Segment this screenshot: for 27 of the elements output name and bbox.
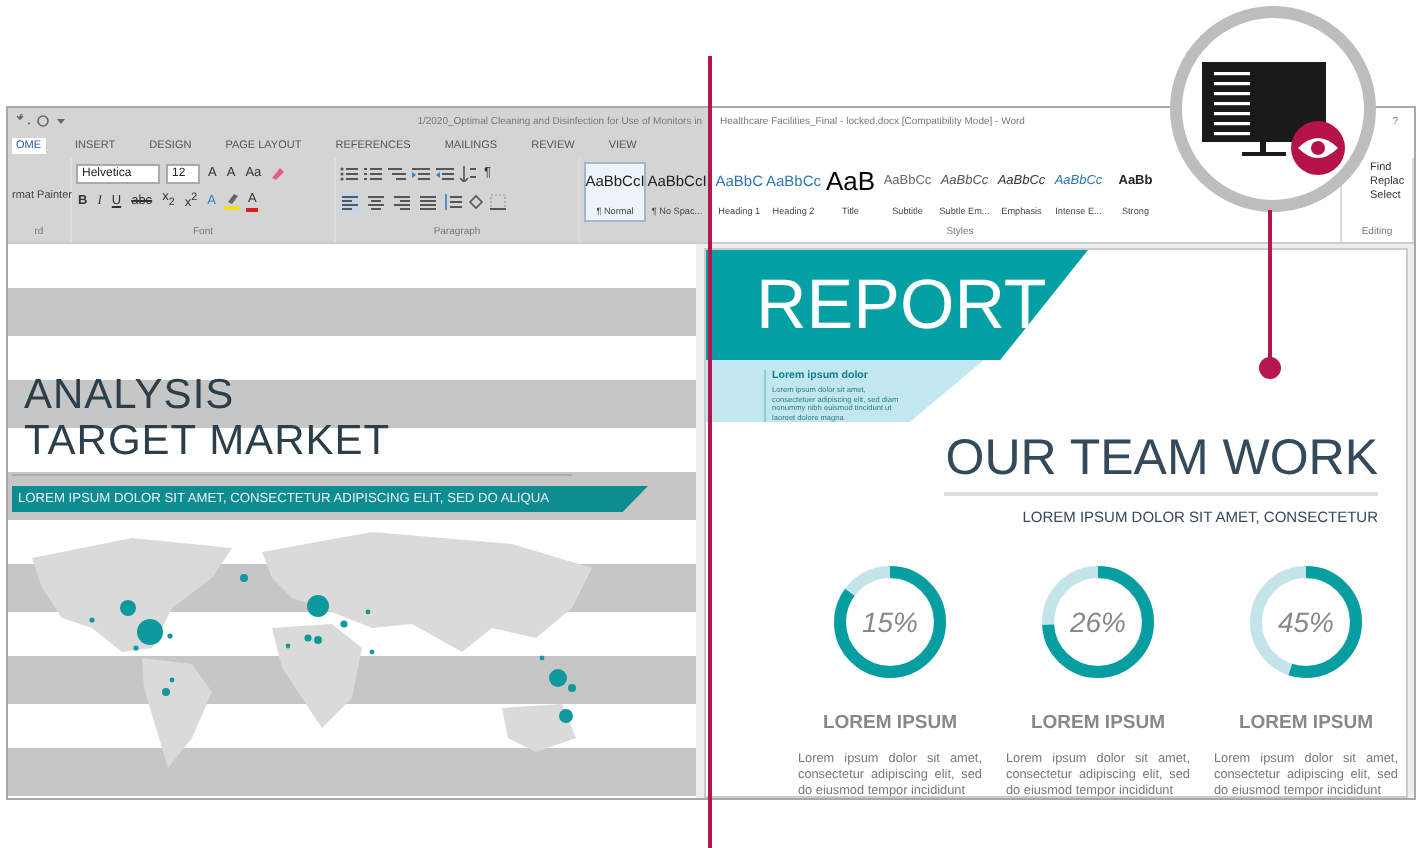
report-banner: REPORT (706, 250, 1088, 360)
percent-value: 15% (861, 606, 919, 639)
undo-icon[interactable] (16, 114, 30, 128)
line-spacing-icon[interactable] (444, 193, 462, 209)
align-center-button[interactable] (366, 191, 386, 211)
borders-icon[interactable] (490, 193, 506, 209)
percent-value: 26% (1069, 606, 1127, 639)
page-heading: ANALYSIS (24, 372, 237, 418)
monitor-icon (1202, 62, 1330, 156)
stat-title: LOREM IPSUM (1030, 712, 1166, 735)
section-heading: OUR TEAM WORK (945, 430, 1378, 487)
increase-indent-icon[interactable] (436, 165, 454, 181)
page-heading: TARGET MARKET (24, 418, 393, 464)
align-right-button[interactable] (392, 191, 412, 211)
align-left-button[interactable] (340, 191, 360, 211)
stat-title: LOREM IPSUM (822, 712, 958, 735)
percent-value: 45% (1277, 606, 1335, 639)
numbered-list-icon[interactable] (364, 165, 382, 181)
stat-title: LOREM IPSUM (1238, 712, 1374, 735)
highlighter-icon[interactable] (223, 192, 240, 210)
dropdown-icon[interactable] (56, 116, 66, 126)
decrease-indent-icon[interactable] (412, 165, 430, 181)
eye-icon (1290, 120, 1346, 176)
align-justify-button[interactable] (418, 191, 438, 211)
sort-icon[interactable] (460, 165, 476, 181)
multilevel-list-icon[interactable] (388, 165, 406, 181)
bullet-list-icon[interactable] (340, 165, 358, 181)
